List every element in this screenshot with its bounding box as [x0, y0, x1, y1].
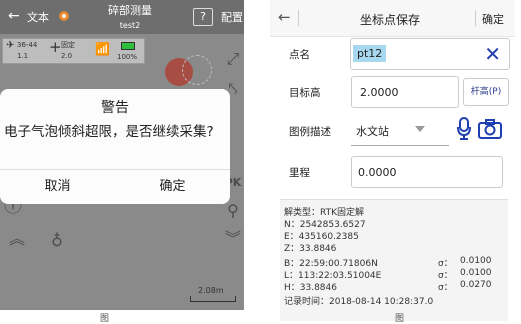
sigma-h-value: 0.0270 — [460, 280, 492, 290]
figure-caption-right: 图 — [395, 314, 405, 324]
microphone-icon[interactable] — [456, 117, 472, 141]
zoom-out-icon[interactable]: ︾ — [222, 228, 244, 250]
coordinate-info-panel: 解类型：RTK固定解 N：2542853.6527 E：435160.2385 … — [280, 199, 508, 321]
line-tool-icon[interactable]: ⤢ — [222, 48, 244, 70]
topbar-divider — [298, 10, 299, 26]
chevron-down-icon — [415, 126, 425, 132]
target-height-input[interactable]: 2.0000 — [351, 76, 459, 108]
confirm-button[interactable]: 确定 — [482, 11, 504, 27]
back-arrow-icon[interactable]: ← — [8, 9, 20, 23]
elevation-value: Z：33.8846 — [284, 244, 337, 254]
dialog-message: 电子气泡倾斜超限，是否继续采集? — [4, 124, 214, 140]
text-toggle-button[interactable]: 文本 — [27, 11, 49, 24]
location-pin-icon[interactable]: ⚲ — [222, 200, 244, 222]
accuracy-ring — [182, 55, 212, 85]
battery-level: 100% — [117, 53, 138, 61]
signal-icon: 📶 — [95, 42, 110, 56]
mileage-value: 0.0000 — [358, 166, 397, 179]
sigma-b-value: 0.0100 — [460, 256, 492, 266]
pdop-value: 1.1 — [17, 52, 29, 60]
point-name-label: 点名 — [289, 49, 310, 61]
person-icon[interactable]: ♁ — [46, 230, 68, 252]
right-phone-screen: ← 坐标点保存 确定 点名 pt12 ✕ 目标高 2.0000 杆高(P) 图例… — [270, 0, 515, 321]
point-name-input[interactable]: pt12 ✕ — [350, 38, 510, 70]
config-button[interactable]: 配置 — [221, 11, 243, 24]
map-scale-bar — [190, 296, 236, 302]
left-top-bar: ← 文本 碎部测量 test2 ? 配置 — [0, 0, 244, 34]
sigma-l-value: 0.0100 — [460, 268, 492, 278]
map-scale-label: 2.08m — [198, 286, 224, 295]
mileage-label: 里程 — [289, 167, 310, 179]
page-title: 坐标点保存 — [359, 13, 420, 27]
crosshair-icon: + — [49, 38, 62, 56]
fix-precision: 2.0 — [61, 52, 73, 60]
cancel-button[interactable]: 取消 — [0, 173, 115, 201]
fix-status: 固定 — [61, 41, 75, 49]
help-button[interactable]: ? — [193, 8, 213, 26]
topbar-divider — [475, 10, 476, 26]
page-title: 碎部测量 — [108, 4, 152, 17]
right-top-bar: ← 坐标点保存 确定 — [270, 0, 515, 37]
figure-caption-left: 图 — [100, 314, 110, 324]
project-subtitle: test2 — [119, 21, 141, 30]
target-height-value: 2.0000 — [360, 86, 399, 99]
left-phone-screen: ← 文本 碎部测量 test2 ? 配置 ✈ 36-44 1.1 + 固定 2.… — [0, 0, 244, 310]
satellite-count: 36-44 — [17, 41, 38, 49]
camera-icon[interactable] — [478, 119, 502, 139]
warning-dialog: 警告 电子气泡倾斜超限，是否继续采集? 取消 确定 — [0, 89, 230, 204]
confirm-button[interactable]: 确定 — [115, 173, 230, 201]
camera-toggle-icon[interactable] — [56, 9, 72, 23]
battery-icon — [121, 42, 135, 50]
record-time: 记录时间：2018-08-14 10:28:37.0 — [284, 297, 434, 307]
satellite-icon: ✈ — [6, 40, 15, 51]
zoom-in-icon[interactable]: ︽ — [6, 228, 28, 250]
pole-height-button[interactable]: 杆高(P) — [463, 78, 509, 106]
target-height-label: 目标高 — [289, 87, 321, 99]
back-arrow-icon[interactable]: ← — [278, 8, 291, 26]
legend-label: 图例描述 — [289, 126, 331, 138]
mileage-input[interactable]: 0.0000 — [351, 156, 503, 188]
legend-selected-value: 水文站 — [356, 125, 389, 138]
height-value: H：33.8846 — [284, 283, 337, 293]
point-name-value: pt12 — [353, 45, 387, 62]
gnss-status-bar[interactable]: ✈ 36-44 1.1 + 固定 2.0 📶 100% — [2, 38, 145, 64]
clear-icon[interactable]: ✕ — [484, 42, 501, 66]
dialog-divider — [0, 169, 230, 170]
legend-select[interactable]: 水文站 — [351, 114, 449, 146]
sigma-label: σ： — [438, 283, 453, 293]
dialog-title: 警告 — [101, 100, 129, 116]
